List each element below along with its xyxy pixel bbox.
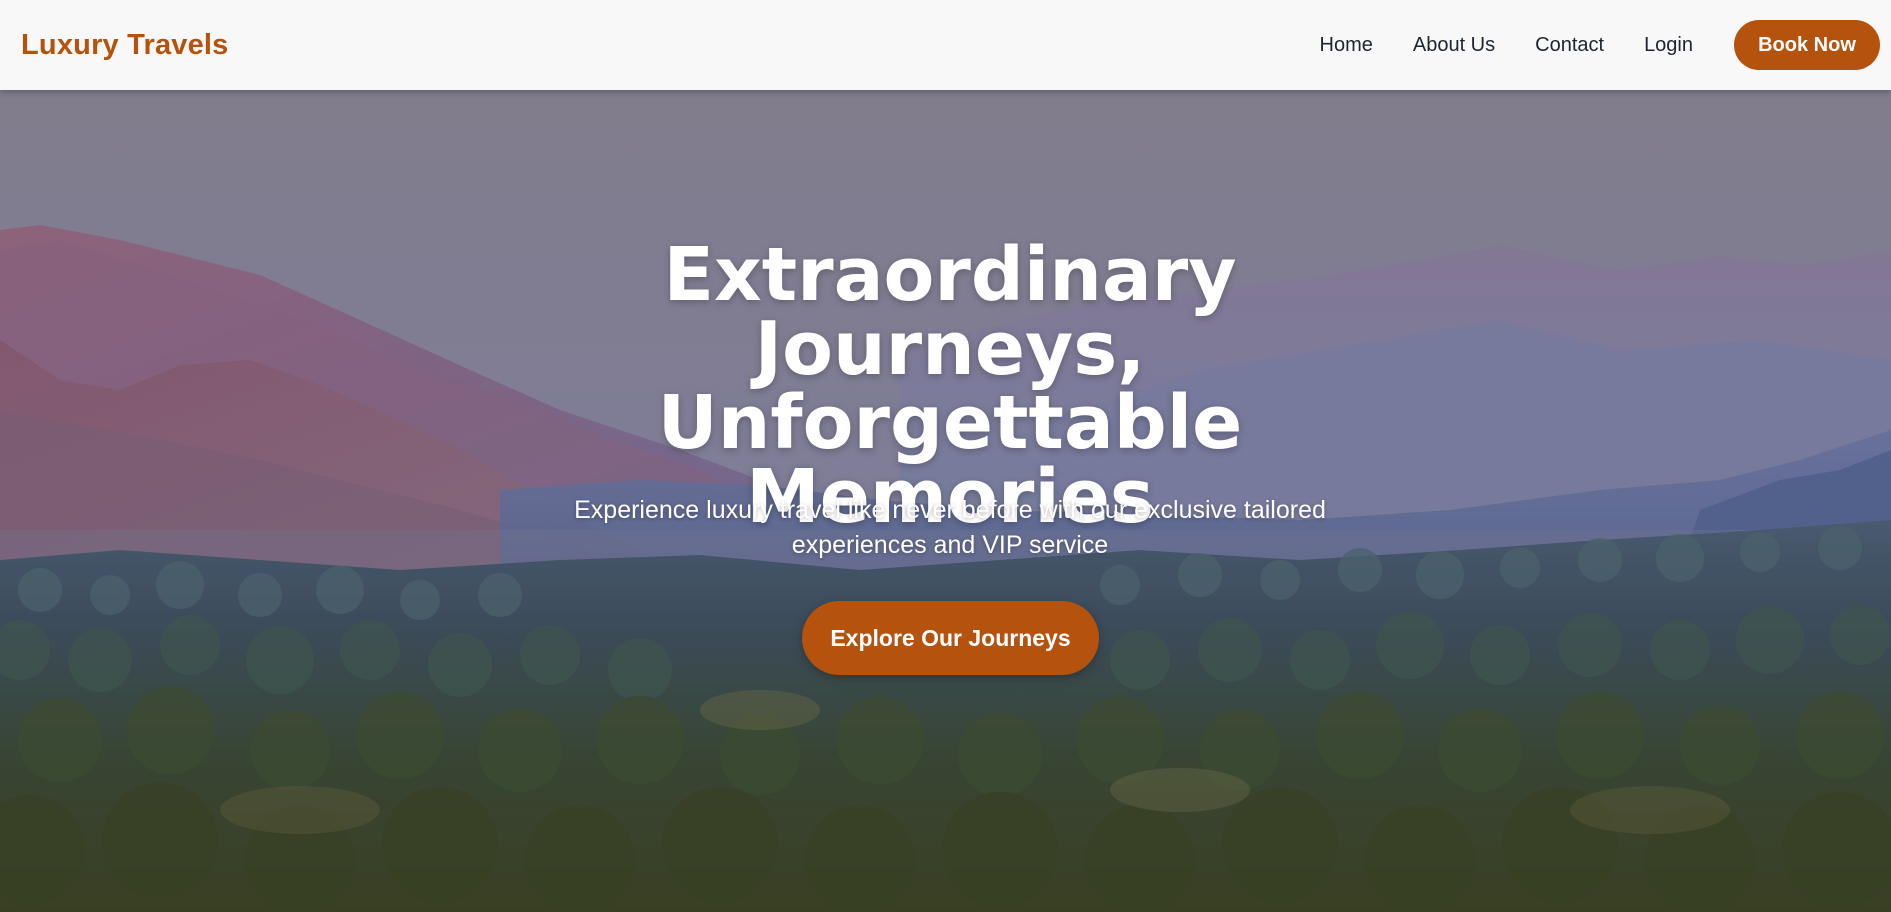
hero-title: Extraordinary Journeys, Unforgettable Me… bbox=[657, 232, 1243, 540]
hero-subtitle: Experience luxury travel like never befo… bbox=[574, 496, 1326, 559]
nav-link-contact[interactable]: Contact bbox=[1535, 34, 1604, 57]
explore-journeys-button[interactable]: Explore Our Journeys bbox=[802, 601, 1099, 675]
top-navbar: Luxury Travels Home About Us Contact Log… bbox=[0, 0, 1891, 90]
hero-section: Extraordinary Journeys, Unforgettable Me… bbox=[0, 90, 1891, 912]
nav-link-login[interactable]: Login bbox=[1644, 34, 1693, 57]
nav-link-about-us[interactable]: About Us bbox=[1413, 34, 1495, 57]
brand-logo[interactable]: Luxury Travels bbox=[21, 29, 229, 62]
nav-link-home[interactable]: Home bbox=[1320, 34, 1373, 57]
hero-content: Extraordinary Journeys, Unforgettable Me… bbox=[0, 90, 1891, 912]
main-nav: Home About Us Contact Login Book Now bbox=[1320, 20, 1880, 70]
book-now-button[interactable]: Book Now bbox=[1734, 20, 1880, 70]
